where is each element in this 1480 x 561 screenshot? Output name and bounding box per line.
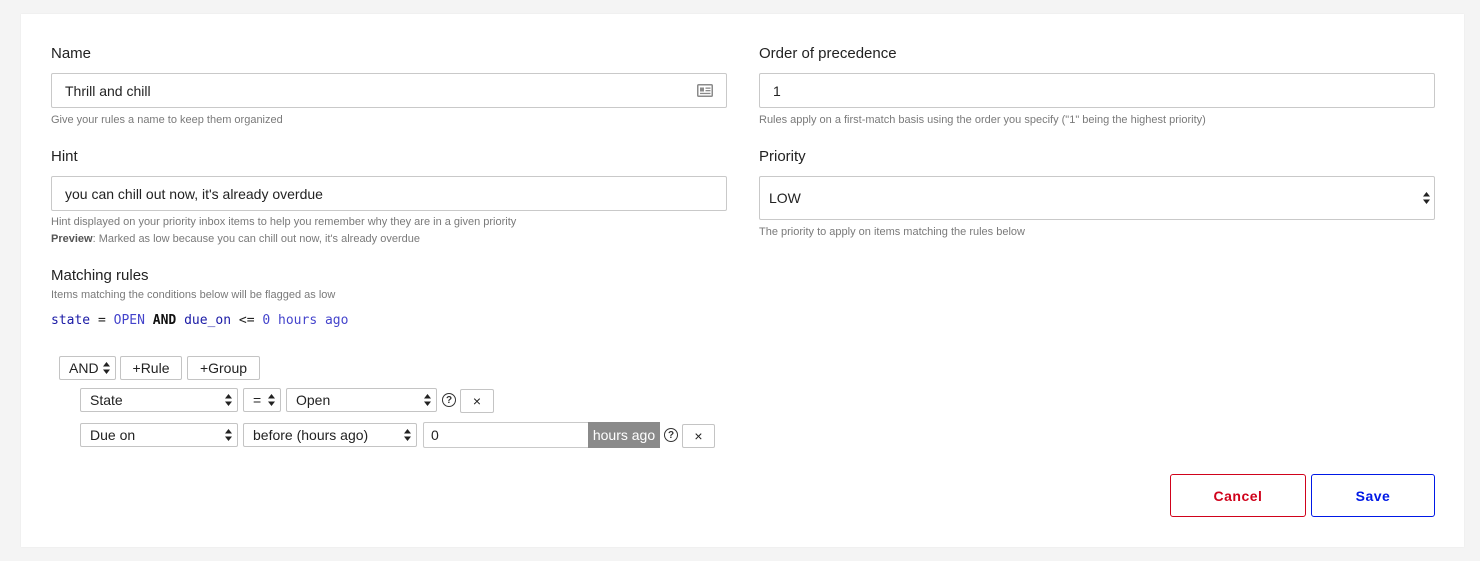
- order-label: Order of precedence: [759, 45, 897, 62]
- order-help: Rules apply on a first-match basis using…: [759, 114, 1206, 126]
- name-input-value: Thrill and chill: [65, 82, 151, 99]
- rule-2-field-select[interactable]: Due on: [80, 423, 238, 447]
- select-arrows-icon: [404, 429, 411, 441]
- priority-select[interactable]: LOW: [759, 176, 1435, 220]
- combinator-value: AND: [69, 360, 99, 376]
- save-button[interactable]: Save: [1311, 474, 1435, 517]
- query-preview: state = OPEN AND due_on <= 0 hours ago: [51, 313, 348, 328]
- add-group-button[interactable]: +Group: [187, 356, 260, 380]
- hint-preview: Preview: Marked as low because you can c…: [51, 233, 420, 245]
- matching-rules-help: Items matching the conditions below will…: [51, 289, 336, 301]
- select-arrows-icon: [268, 394, 275, 406]
- order-input-value: 1: [773, 82, 781, 99]
- select-arrows-icon: [1423, 192, 1430, 204]
- select-arrows-icon: [225, 429, 232, 441]
- rule-2-value: 0: [431, 427, 439, 443]
- rule-1-field-value: State: [90, 392, 123, 408]
- combinator-select[interactable]: AND: [59, 356, 116, 380]
- help-icon[interactable]: ?: [664, 428, 678, 442]
- preview-text: : Marked as low because you can chill ou…: [92, 233, 420, 245]
- rule-2-operator-value: before (hours ago): [253, 427, 369, 443]
- select-arrows-icon: [103, 362, 110, 374]
- hint-input-value: you can chill out now, it's already over…: [65, 185, 323, 202]
- order-input[interactable]: 1: [759, 73, 1435, 108]
- name-input[interactable]: Thrill and chill: [51, 73, 727, 108]
- id-card-icon: [697, 84, 713, 97]
- help-icon[interactable]: ?: [442, 393, 456, 407]
- add-rule-button[interactable]: +Rule: [120, 356, 182, 380]
- query-value-open: OPEN: [113, 313, 145, 328]
- rule-2-remove-button[interactable]: ×: [682, 424, 715, 448]
- hint-label: Hint: [51, 148, 78, 165]
- query-operator: =: [90, 313, 114, 328]
- rule-2-field-value: Due on: [90, 427, 136, 443]
- rule-2-value-input[interactable]: 0: [423, 422, 588, 448]
- rule-1-value: Open: [296, 392, 331, 408]
- rule-2-operator-select[interactable]: before (hours ago): [243, 423, 417, 447]
- query-value-hours: 0 hours ago: [262, 313, 349, 328]
- hours-ago-addon: hours ago: [588, 422, 660, 448]
- rule-1-field-select[interactable]: State: [80, 388, 238, 412]
- hint-input[interactable]: you can chill out now, it's already over…: [51, 176, 727, 211]
- priority-label: Priority: [759, 148, 806, 165]
- query-and: AND: [144, 313, 185, 328]
- name-label: Name: [51, 45, 92, 62]
- rule-editor-card: Name Thrill and chill Give your rules a …: [21, 14, 1464, 547]
- query-field-state: state: [51, 313, 91, 328]
- query-field-due-on: due_on: [184, 313, 232, 328]
- rule-1-operator-value: =: [253, 392, 262, 408]
- preview-label: Preview: [51, 233, 93, 245]
- hint-help: Hint displayed on your priority inbox it…: [51, 216, 517, 228]
- query-operator-lte: <=: [231, 313, 263, 328]
- priority-select-value: LOW: [769, 190, 801, 206]
- rule-1-value-select[interactable]: Open: [286, 388, 437, 412]
- rule-1-remove-button[interactable]: ×: [460, 389, 494, 413]
- rule-1-operator-select[interactable]: =: [243, 388, 281, 412]
- matching-rules-label: Matching rules: [51, 267, 149, 284]
- cancel-button[interactable]: Cancel: [1170, 474, 1306, 517]
- name-help: Give your rules a name to keep them orga…: [51, 114, 283, 126]
- select-arrows-icon: [424, 394, 431, 406]
- select-arrows-icon: [225, 394, 232, 406]
- priority-help: The priority to apply on items matching …: [759, 226, 1025, 238]
